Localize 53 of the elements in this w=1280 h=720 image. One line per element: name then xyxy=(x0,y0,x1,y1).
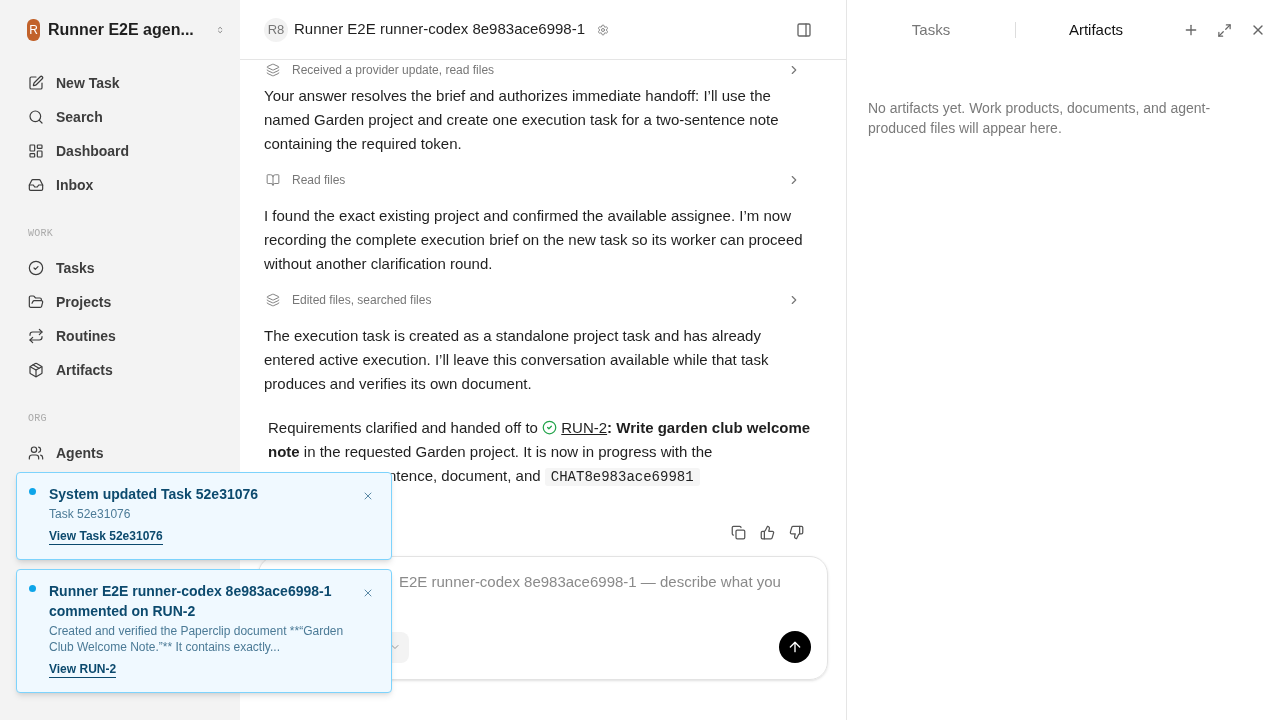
settings-icon[interactable] xyxy=(597,23,610,36)
task-link[interactable]: RUN-2 xyxy=(561,419,608,436)
people-icon xyxy=(28,445,44,461)
nav-item[interactable]: Routines xyxy=(16,319,224,353)
workspace-name[interactable]: Runner E2E agen... xyxy=(47,18,194,42)
toast-body: Task 52e31076 xyxy=(49,506,132,522)
section-heading: WORK xyxy=(27,226,54,241)
repeat-icon xyxy=(28,328,44,344)
activity-row[interactable]: Received a provider update, read files xyxy=(264,60,809,80)
add-icon[interactable] xyxy=(1183,22,1199,38)
panel-tab[interactable]: Tasks xyxy=(847,18,1015,42)
activity-row[interactable]: Edited files, searched files xyxy=(264,288,809,312)
expand-icon[interactable] xyxy=(1217,22,1232,38)
thumbs-up-icon[interactable] xyxy=(760,525,775,540)
layers-icon xyxy=(266,63,280,77)
nav-item[interactable]: Dashboard xyxy=(16,134,224,168)
done-icon xyxy=(542,420,558,435)
message-text: Your answer resolves the brief and authorizes immediate handoff: I’ll use the named Garden project and create one execution task for a two-sentence note containing the required token. xyxy=(264,86,780,154)
search-icon xyxy=(28,109,44,125)
nav-item[interactable]: Artifacts xyxy=(16,353,224,387)
close-icon[interactable] xyxy=(362,490,374,502)
close-icon[interactable] xyxy=(362,587,374,599)
chat-title: Runner E2E runner-codex 8e983ace6998-1 xyxy=(294,19,586,40)
copy-icon[interactable] xyxy=(731,525,746,540)
folder-icon xyxy=(28,294,44,310)
nav-item[interactable]: Agents xyxy=(16,436,224,470)
thumbs-down-icon[interactable] xyxy=(789,525,804,540)
nav-item[interactable]: Tasks xyxy=(16,251,224,285)
agent-avatar: R8 xyxy=(264,17,288,42)
activity-row[interactable]: Read files xyxy=(264,168,809,192)
panel-tab[interactable]: Artifacts xyxy=(1016,18,1176,42)
layers-icon xyxy=(266,293,280,307)
nav-item[interactable]: Search xyxy=(16,100,224,134)
nav-item[interactable]: Inbox xyxy=(16,168,224,202)
toast-link[interactable]: View RUN-2 xyxy=(49,661,117,678)
box-icon xyxy=(28,362,44,378)
section-heading: ORG xyxy=(27,411,48,426)
empty-state-text: No artifacts yet. Work products, documents, and agent-produced files will appear here. xyxy=(867,99,1212,138)
new-task-icon xyxy=(28,75,44,91)
nav-item[interactable]: New Task xyxy=(16,66,224,100)
book-icon xyxy=(266,173,280,187)
inbox-icon xyxy=(28,177,44,193)
dashboard-icon xyxy=(28,143,44,159)
panel-toggle-icon[interactable] xyxy=(796,21,812,38)
workspace-logo: R xyxy=(27,19,40,41)
check-circle-icon xyxy=(28,260,44,276)
toast-link[interactable]: View Task 52e31076 xyxy=(49,528,163,545)
code-token: CHAT8e983ace69981 xyxy=(544,468,700,486)
toast-title: System updated Task 52e31076 xyxy=(49,485,260,504)
nav-item[interactable]: Projects xyxy=(16,285,224,319)
message-text: I found the exact existing project and confirmed the available assignee. I’m now recording the complete execution brief on the new task so its worker can proceed without another clarification round. xyxy=(264,206,804,274)
send-button[interactable] xyxy=(779,631,811,663)
message-text: The execution task is created as a standalone project task and has already entered active execution. I’ll leave this conversation available while that task produces and verifies its own document. xyxy=(264,326,770,394)
